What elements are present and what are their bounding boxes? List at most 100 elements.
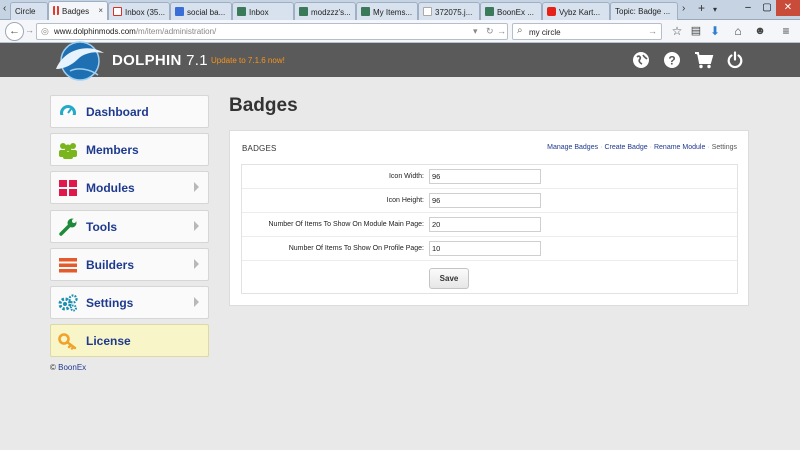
boonex-link[interactable]: BoonEx [58,363,86,372]
site-header: DOLPHIN 7.1 Update to 7.1.6 now! ? [0,41,800,81]
sidebar-item-label: Settings [86,296,134,310]
browser-tab[interactable]: modzzz's... [294,2,356,20]
tab-label: Inbox [249,8,269,17]
tab-scroll-left-icon[interactable]: ‹ [3,3,6,14]
browser-tab[interactable]: social ba... [170,2,232,20]
sidebar-item-label: License [86,334,131,348]
manage-badges-link[interactable]: Manage Badges [547,144,598,151]
browser-tab[interactable]: BoonEx ... [480,2,542,20]
svg-text:?: ? [668,54,675,68]
icon-height-label: Icon Height: [386,197,424,204]
chevron-right-icon [194,221,199,231]
search-input[interactable] [529,26,639,38]
panel-links: Manage Badges · Create Badge · Rename Module… [547,144,737,151]
main-page-items-input[interactable] [429,217,541,232]
chevron-right-icon [194,259,199,269]
close-tab-icon[interactable]: × [98,6,103,15]
favicon-icon [237,7,246,16]
panel-title: BADGES [242,144,277,153]
chat-icon[interactable]: ☻ [753,24,767,38]
home-icon[interactable]: ⌂ [731,24,745,38]
create-badge-link[interactable]: Create Badge [604,144,647,151]
browser-tab-active[interactable]: Badges × [48,1,108,21]
update-link[interactable]: Update to 7.1.6 now! [211,56,285,65]
search-bar[interactable]: ⌕ → [512,23,662,40]
dropdown-arrow-icon[interactable]: ▾ [473,26,478,37]
browser-tab[interactable]: Inbox [232,2,294,20]
tab-label: Inbox (35... [125,8,166,17]
form-row-main-page-items: Number Of Items To Show On Module Main P… [242,213,737,237]
browser-tab[interactable]: Vybz Kart... [542,2,610,20]
form-row-profile-page-items: Number Of Items To Show On Profile Page: [242,237,737,261]
browser-tab[interactable]: Inbox (35... [108,2,170,20]
sidebar-item-dashboard[interactable]: Dashboard [50,95,209,128]
browser-tab-strip: ‹ Circle Badges × Inbox (35... social ba… [0,0,800,21]
list-tabs-icon[interactable]: ▾ [713,5,717,14]
rename-module-link[interactable]: Rename Module [654,144,705,151]
sidebar-item-modules[interactable]: Modules [50,171,209,204]
reload-icon[interactable]: ↻ [486,26,494,37]
settings-form: Icon Width: Icon Height: Number Of Items… [241,164,738,294]
stop-icon[interactable]: → [497,26,506,36]
download-icon[interactable]: ⬇ [708,24,722,38]
power-icon[interactable] [726,51,744,69]
sidebar-item-label: Modules [86,181,135,195]
sidebar-item-label: Tools [86,220,118,234]
image-file-icon [423,7,432,16]
tab-label: Topic: Badge ... [615,7,671,16]
url-text: www.dolphinmods.com/m/item/administratio… [54,27,217,36]
browser-tab[interactable]: My Items... [356,2,418,20]
sidebar-item-tools[interactable]: Tools [50,210,209,243]
search-go-icon[interactable]: → [648,26,657,36]
save-button[interactable]: Save [429,268,469,289]
back-button[interactable]: ← [5,22,24,41]
settings-link-current: Settings [711,144,737,151]
sidebar-item-label: Dashboard [86,105,149,119]
menu-icon[interactable]: ≡ [779,24,793,38]
members-icon [59,143,77,159]
cart-icon[interactable] [694,51,714,69]
window-close-button[interactable]: ✕ [776,0,800,16]
globe-icon[interactable] [632,51,650,69]
main-page-items-label: Number Of Items To Show On Module Main P… [268,221,425,228]
tab-label: My Items... [373,8,413,17]
tab-label: Circle [15,7,36,16]
sidebar-item-members[interactable]: Members [50,133,209,166]
site-identity-icon: ◎ [41,26,49,36]
url-bar[interactable]: ◎ www.dolphinmods.com/m/item/administrat… [36,23,508,40]
browser-navbar: ← → ◎ www.dolphinmods.com/m/item/adminis… [0,20,800,43]
tab-scroll-right-icon[interactable]: › [682,3,685,14]
maximize-button[interactable]: ▢ [758,0,776,16]
sidebar-item-license[interactable]: License [50,324,209,357]
wrench-icon [59,218,77,236]
key-icon [58,333,77,350]
bookmarks-list-icon[interactable]: ▤ [689,24,703,38]
sidebar-item-builders[interactable]: Builders [50,248,209,281]
profile-page-items-label: Number Of Items To Show On Profile Page: [288,245,424,252]
bookmark-star-icon[interactable]: ☆ [670,24,684,38]
tab-label: modzzz's... [311,8,351,17]
search-icon: ⌕ [517,25,523,36]
help-icon[interactable]: ? [663,51,681,69]
dolphin-logo-icon[interactable] [50,39,108,81]
tab-label: Badges [62,7,90,16]
tab-label: Vybz Kart... [559,8,601,17]
minimize-button[interactable]: – [738,0,758,16]
profile-page-items-input[interactable] [429,241,541,256]
copyright: © BoonEx [50,363,87,372]
chevron-right-icon [194,182,199,192]
browser-tab[interactable]: Topic: Badge ... [610,2,678,20]
sidebar-item-settings[interactable]: Settings [50,286,209,319]
gmail-icon [113,7,122,16]
new-tab-button[interactable]: + [698,1,705,15]
form-row-icon-width: Icon Width: [242,165,737,189]
browser-tab[interactable]: 372075.j... [418,2,480,20]
sidebar-item-label: Builders [86,258,135,272]
icon-height-input[interactable] [429,193,541,208]
forward-button[interactable]: → [25,25,34,35]
tab-label: BoonEx ... [497,8,534,17]
browser-tab[interactable]: Circle [10,2,48,20]
icon-width-input[interactable] [429,169,541,184]
gears-icon [58,294,78,312]
modules-icon [59,180,77,196]
